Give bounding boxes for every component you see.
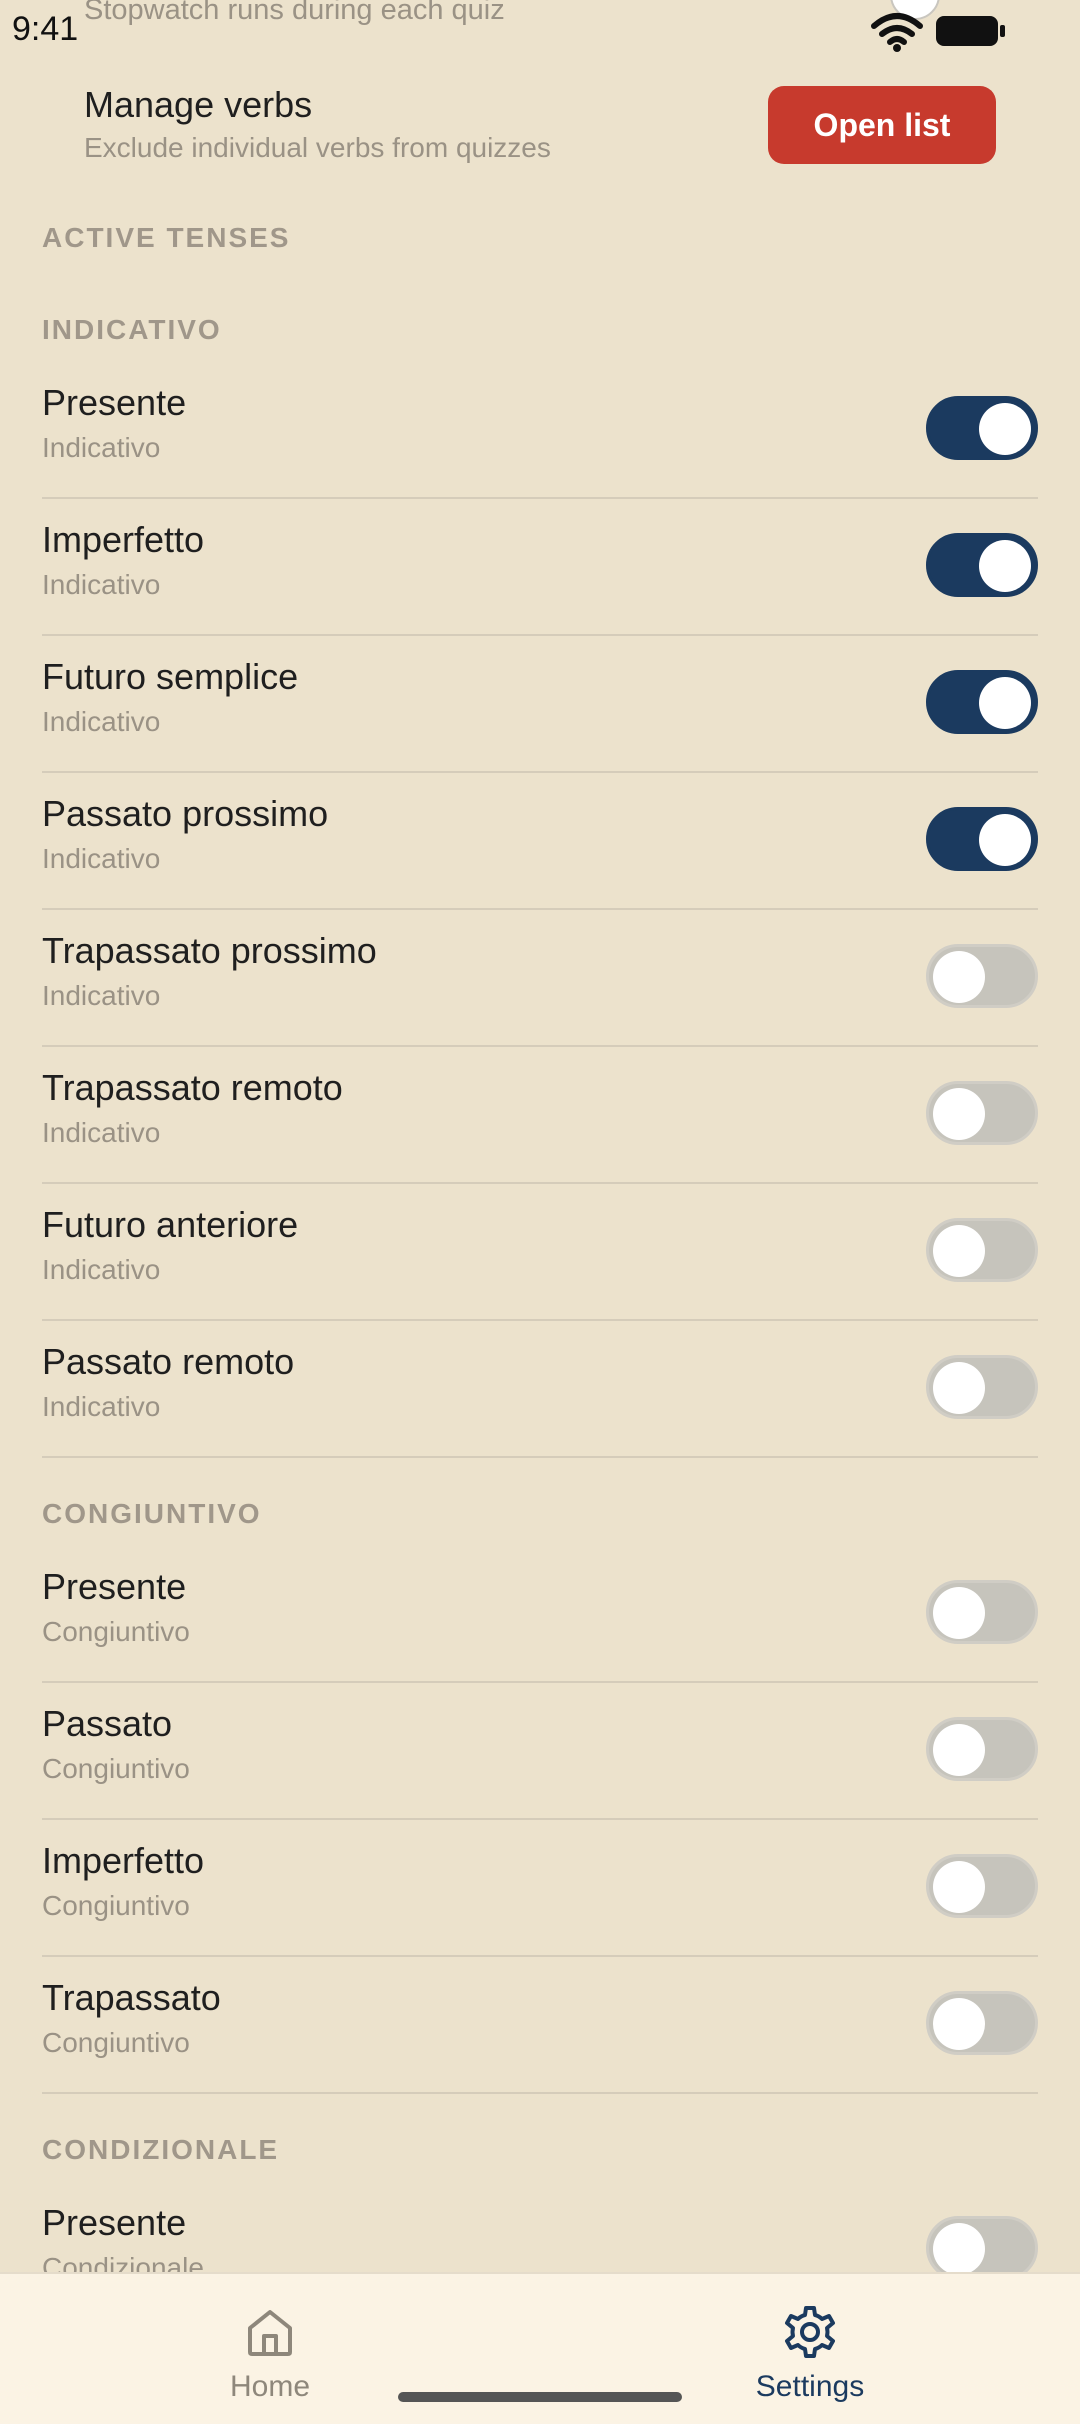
toggle-knob <box>933 1861 985 1913</box>
group-header-indicativo: INDICATIVO <box>42 314 222 345</box>
toggle-knob <box>933 1362 985 1414</box>
tense-title: Presente <box>42 1566 187 1607</box>
tense-title: Trapassato prossimo <box>42 930 377 971</box>
tense-toggle[interactable] <box>926 1218 1038 1282</box>
tense-mood: Indicativo <box>42 569 161 600</box>
tense-toggle[interactable] <box>926 1717 1038 1781</box>
tense-mood: Congiuntivo <box>42 2027 190 2058</box>
tense-title: Trapassato remoto <box>42 1067 343 1108</box>
tense-mood: Indicativo <box>42 432 161 463</box>
tense-title: Futuro semplice <box>42 656 299 697</box>
tense-title: Futuro anteriore <box>42 1204 299 1245</box>
tense-toggle[interactable] <box>926 533 1038 597</box>
tense-row[interactable]: Trapassato remoto Indicativo <box>42 1047 1038 1184</box>
toggle-knob <box>933 1587 985 1639</box>
tense-title: Passato prossimo <box>42 793 329 834</box>
manage-verbs-subtitle: Exclude individual verbs from quizzes <box>84 132 551 163</box>
section-title-active-tenses: ACTIVE TENSES <box>42 222 291 253</box>
tense-title: Imperfetto <box>42 519 205 560</box>
wifi-icon <box>871 13 923 52</box>
tense-mood: Indicativo <box>42 706 161 737</box>
tense-row[interactable]: Futuro semplice Indicativo <box>42 636 1038 773</box>
tense-toggle[interactable] <box>926 670 1038 734</box>
tense-mood: Congiuntivo <box>42 1753 190 1784</box>
open-list-button[interactable]: Open list <box>768 86 996 164</box>
toggle-knob <box>933 1724 985 1776</box>
tense-row[interactable]: Passato prossimo Indicativo <box>42 773 1038 910</box>
home-icon <box>248 2310 292 2356</box>
toggle-knob <box>933 2223 985 2272</box>
tense-toggle[interactable] <box>926 807 1038 871</box>
toggle-knob <box>979 814 1031 866</box>
nav-settings[interactable]: Settings <box>710 2304 910 2404</box>
toggle-knob <box>933 1998 985 2050</box>
toggle-knob <box>979 403 1031 455</box>
tense-row[interactable]: Presente Congiuntivo <box>42 1546 1038 1683</box>
tense-toggle[interactable] <box>926 944 1038 1008</box>
nav-home-label: Home <box>229 2370 311 2403</box>
tense-toggle[interactable] <box>926 1081 1038 1145</box>
tense-mood: Condizionale <box>42 2252 204 2272</box>
tense-row[interactable]: Imperfetto Indicativo <box>42 499 1038 636</box>
tense-toggle[interactable] <box>926 2216 1038 2272</box>
tense-toggle[interactable] <box>926 396 1038 460</box>
toggle-knob <box>979 677 1031 729</box>
tense-title: Presente <box>42 382 187 423</box>
group-header-congiuntivo: CONGIUNTIVO <box>42 1498 262 1529</box>
tense-toggle[interactable] <box>926 1991 1038 2055</box>
tense-title: Passato remoto <box>42 1341 295 1382</box>
tense-row[interactable]: Passato Congiuntivo <box>42 1683 1038 1820</box>
settings-scroll-area[interactable]: Manage verbs Exclude individual verbs fr… <box>0 0 1080 2272</box>
status-bar: Stopwatch runs during each quiz 9:41 <box>0 0 1080 60</box>
tense-row[interactable]: Imperfetto Congiuntivo <box>42 1820 1038 1957</box>
tense-toggle[interactable] <box>926 1854 1038 1918</box>
tense-row[interactable]: Futuro anteriore Indicativo <box>42 1184 1038 1321</box>
manage-verbs-title: Manage verbs <box>84 84 313 125</box>
bottom-navigation: Home Settings <box>0 2272 1080 2424</box>
tense-mood: Indicativo <box>42 843 161 874</box>
toggle-knob <box>933 1088 985 1140</box>
status-time: 9:41 <box>12 10 79 48</box>
group-header-condizionale: CONDIZIONALE <box>42 2134 280 2165</box>
stopwatch-setting-subtitle: Stopwatch runs during each quiz <box>84 0 505 26</box>
battery-icon <box>936 16 1005 46</box>
tense-title: Trapassato <box>42 1977 221 2018</box>
tense-mood: Congiuntivo <box>42 1616 190 1647</box>
tense-row[interactable]: Trapassato prossimo Indicativo <box>42 910 1038 1047</box>
nav-settings-label: Settings <box>755 2370 865 2403</box>
tense-toggle[interactable] <box>926 1355 1038 1419</box>
tense-mood: Indicativo <box>42 1254 161 1285</box>
tense-mood: Indicativo <box>42 1391 161 1422</box>
tense-mood: Indicativo <box>42 1117 161 1148</box>
tense-mood: Indicativo <box>42 980 161 1011</box>
tense-title: Presente <box>42 2202 187 2243</box>
tense-mood: Congiuntivo <box>42 1890 190 1921</box>
tense-toggle[interactable] <box>926 1580 1038 1644</box>
tense-row[interactable]: Presente Indicativo <box>42 362 1038 499</box>
gear-icon <box>785 2306 835 2358</box>
tense-title: Imperfetto <box>42 1840 205 1881</box>
toggle-knob <box>933 951 985 1003</box>
toggle-knob <box>979 540 1031 592</box>
home-indicator[interactable] <box>398 2392 682 2402</box>
nav-home[interactable]: Home <box>170 2304 370 2404</box>
tense-title: Passato <box>42 1703 173 1744</box>
toggle-knob <box>933 1225 985 1277</box>
tense-row[interactable]: Passato remoto Indicativo <box>42 1321 1038 1458</box>
manage-verbs-row: Manage verbs Exclude individual verbs fr… <box>84 78 1004 188</box>
tense-row[interactable]: Presente Condizionale <box>42 2182 1038 2272</box>
tense-row[interactable]: Trapassato Congiuntivo <box>42 1957 1038 2094</box>
